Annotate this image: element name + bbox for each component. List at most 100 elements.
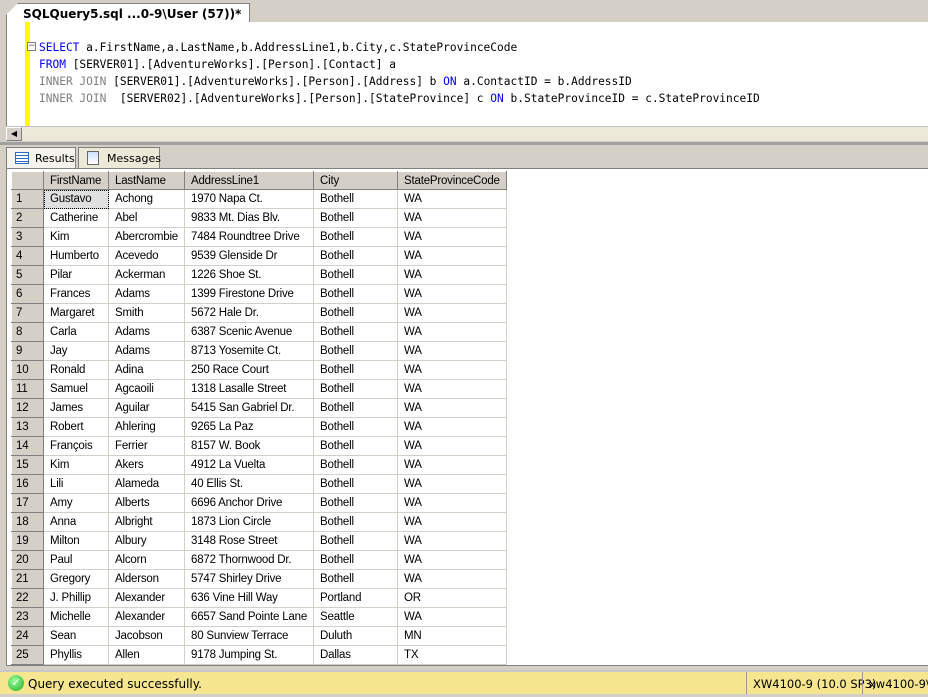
row-number[interactable]: 2 [11,208,44,228]
cell-city[interactable]: Bothell [313,550,399,570]
cell-lastname[interactable]: Aguilar [108,398,185,418]
table-row[interactable]: 2 Catherine Abel 9833 Mt. Dias Blv. Bothell W… [11,208,507,228]
cell-lastname[interactable]: Adams [108,284,185,304]
table-row[interactable]: 9 Jay Adams 8713 Yosemite Ct. Bothell WA [11,341,507,361]
row-number[interactable]: 7 [11,303,44,323]
cell-lastname[interactable]: Abel [108,208,185,228]
cell-city[interactable]: Bothell [313,189,399,209]
cell-addressline1[interactable]: 1399 Firestone Drive [183,284,315,304]
cell-stateprovincecode[interactable]: OR [397,588,507,608]
column-header-city[interactable]: City [313,171,399,190]
cell-firstname[interactable]: Gustavo [43,189,109,209]
cell-stateprovincecode[interactable]: WA [397,398,507,418]
cell-addressline1[interactable]: 9265 La Paz [183,417,315,437]
cell-stateprovincecode[interactable]: WA [397,550,507,570]
cell-firstname[interactable]: Anna [43,512,109,532]
cell-addressline1[interactable]: 1226 Shoe St. [183,265,315,285]
cell-stateprovincecode[interactable]: WA [397,531,507,551]
row-number[interactable]: 10 [11,360,44,380]
cell-firstname[interactable]: Michelle [43,607,109,627]
cell-stateprovincecode[interactable]: TX [397,645,507,665]
cell-stateprovincecode[interactable]: WA [397,284,507,304]
cell-lastname[interactable]: Agcaoili [108,379,185,399]
row-number[interactable]: 6 [11,284,44,304]
cell-addressline1[interactable]: 636 Vine Hill Way [183,588,315,608]
row-number[interactable]: 8 [11,322,44,342]
cell-firstname[interactable]: Sean [43,626,109,646]
cell-city[interactable]: Bothell [313,265,399,285]
cell-stateprovincecode[interactable]: WA [397,341,507,361]
results-grid[interactable]: FirstName LastName AddressLine1 City StatePr… [6,168,928,666]
cell-addressline1[interactable]: 250 Race Court [183,360,315,380]
cell-firstname[interactable]: Pilar [43,265,109,285]
cell-stateprovincecode[interactable]: WA [397,455,507,475]
table-row[interactable]: 23 Michelle Alexander 6657 Sand Pointe Lane… [11,607,507,627]
cell-city[interactable]: Bothell [313,379,399,399]
row-number[interactable]: 23 [11,607,44,627]
row-number[interactable]: 17 [11,493,44,513]
cell-stateprovincecode[interactable]: WA [397,569,507,589]
cell-lastname[interactable]: Alameda [108,474,185,494]
cell-lastname[interactable]: Alberts [108,493,185,513]
cell-firstname[interactable]: Samuel [43,379,109,399]
cell-stateprovincecode[interactable]: WA [397,189,507,209]
cell-city[interactable]: Bothell [313,208,399,228]
cell-stateprovincecode[interactable]: WA [397,303,507,323]
collapse-icon[interactable]: − [27,42,36,51]
sql-code[interactable]: SELECT a.FirstName,a.LastName,b.AddressL… [39,39,760,107]
cell-firstname[interactable]: Paul [43,550,109,570]
cell-lastname[interactable]: Albury [108,531,185,551]
cell-stateprovincecode[interactable]: WA [397,417,507,437]
cell-stateprovincecode[interactable]: WA [397,208,507,228]
cell-lastname[interactable]: Alcorn [108,550,185,570]
cell-stateprovincecode[interactable]: WA [397,322,507,342]
cell-city[interactable]: Bothell [313,322,399,342]
cell-city[interactable]: Portland [313,588,399,608]
cell-firstname[interactable]: Catherine [43,208,109,228]
cell-city[interactable]: Bothell [313,436,399,456]
row-number[interactable]: 18 [11,512,44,532]
cell-addressline1[interactable]: 6657 Sand Pointe Lane [183,607,315,627]
cell-city[interactable]: Bothell [313,417,399,437]
cell-addressline1[interactable]: 40 Ellis St. [183,474,315,494]
cell-lastname[interactable]: Abercrombie [108,227,185,247]
row-number[interactable]: 25 [11,645,44,665]
cell-lastname[interactable]: Jacobson [108,626,185,646]
cell-lastname[interactable]: Adams [108,341,185,361]
cell-stateprovincecode[interactable]: WA [397,493,507,513]
cell-stateprovincecode[interactable]: WA [397,227,507,247]
cell-lastname[interactable]: Adina [108,360,185,380]
cell-firstname[interactable]: Amy [43,493,109,513]
column-header-lastname[interactable]: LastName [108,171,185,190]
row-number[interactable]: 11 [11,379,44,399]
table-row[interactable]: 6 Frances Adams 1399 Firestone Drive Bothell… [11,284,507,304]
cell-addressline1[interactable]: 9833 Mt. Dias Blv. [183,208,315,228]
cell-firstname[interactable]: Kim [43,455,109,475]
cell-addressline1[interactable]: 8713 Yosemite Ct. [183,341,315,361]
cell-firstname[interactable]: Gregory [43,569,109,589]
document-tab[interactable]: SQLQuery5.sql ...0-9\User (57))* [6,3,251,23]
cell-firstname[interactable]: James [43,398,109,418]
row-number[interactable]: 22 [11,588,44,608]
cell-stateprovincecode[interactable]: WA [397,265,507,285]
table-row[interactable]: 1 Gustavo Achong 1970 Napa Ct. Bothell WA [11,189,507,209]
table-row[interactable]: 14 François Ferrier 8157 W. Book Bothell WA [11,436,507,456]
cell-firstname[interactable]: Margaret [43,303,109,323]
cell-addressline1[interactable]: 1970 Napa Ct. [183,189,315,209]
cell-lastname[interactable]: Alexander [108,607,185,627]
cell-stateprovincecode[interactable]: WA [397,607,507,627]
query-editor[interactable]: − SELECT a.FirstName,a.LastName,b.Addres… [6,22,928,126]
column-header-addressline1[interactable]: AddressLine1 [183,171,315,190]
code-line[interactable]: FROM [SERVER01].[AdventureWorks].[Person… [39,56,760,73]
cell-lastname[interactable]: Alexander [108,588,185,608]
row-number[interactable]: 12 [11,398,44,418]
row-number[interactable]: 5 [11,265,44,285]
row-number[interactable]: 1 [11,189,44,209]
cell-city[interactable]: Bothell [313,303,399,323]
cell-addressline1[interactable]: 9178 Jumping St. [183,645,315,665]
editor-horizontal-scrollbar[interactable]: ◀ [6,126,928,141]
row-number[interactable]: 16 [11,474,44,494]
cell-city[interactable]: Bothell [313,360,399,380]
table-row[interactable]: 5 Pilar Ackerman 1226 Shoe St. Bothell WA [11,265,507,285]
cell-stateprovincecode[interactable]: MN [397,626,507,646]
